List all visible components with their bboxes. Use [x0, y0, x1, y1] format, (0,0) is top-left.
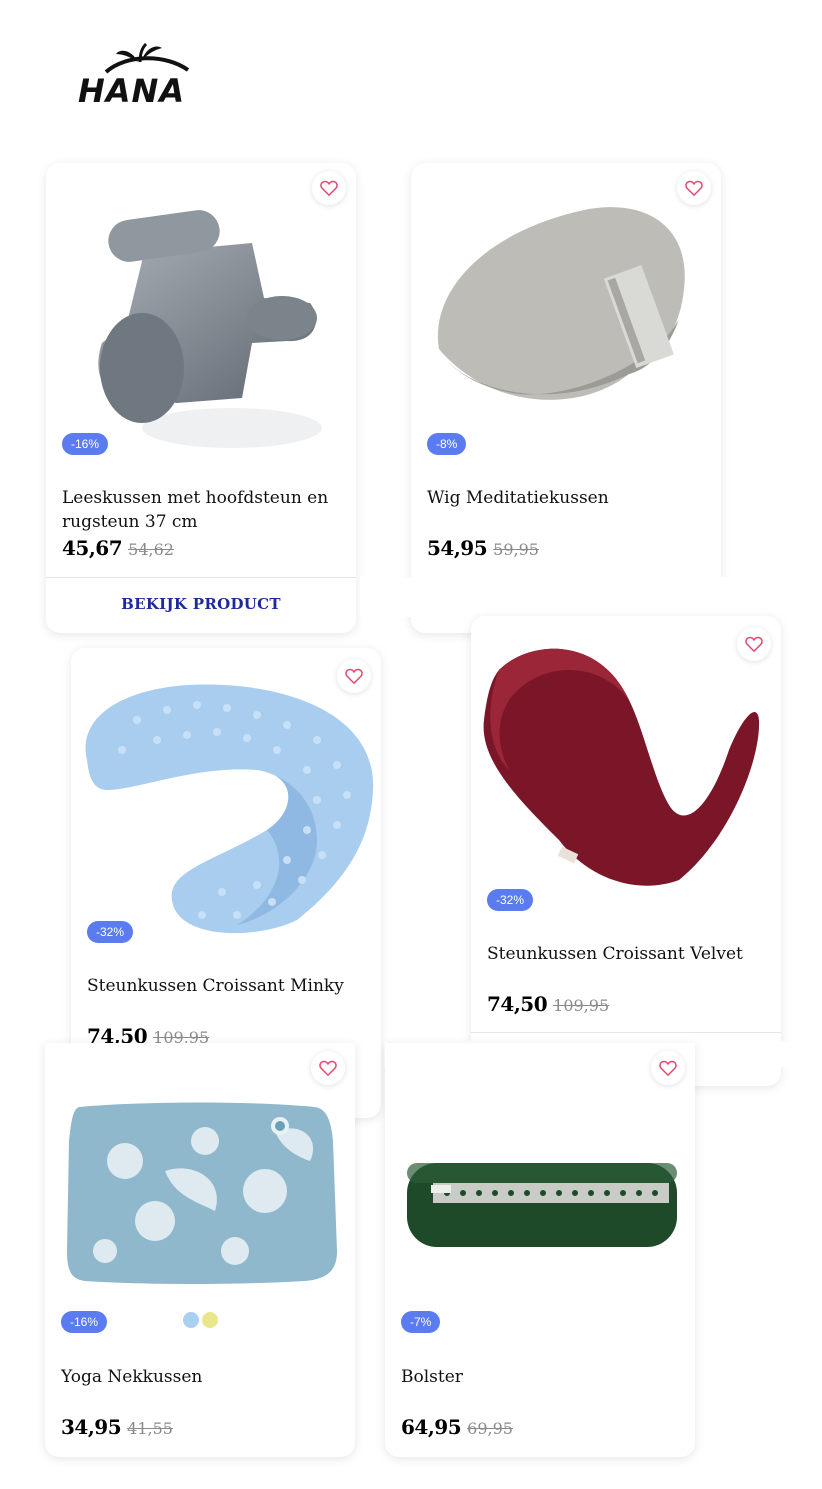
brand-logo[interactable]: HANA [76, 40, 206, 110]
old-price: 109,95 [553, 996, 610, 1015]
heart-outline-icon [659, 1060, 677, 1076]
view-product-button[interactable]: BEKIJK PRODUCT [46, 595, 356, 613]
discount-badge: -16% [61, 1311, 108, 1333]
favorite-button[interactable] [651, 1051, 685, 1085]
discount-badge: -16% [62, 433, 109, 455]
discount-badge: -7% [401, 1311, 441, 1333]
price: 54,95 59,95 [427, 536, 539, 560]
old-price: 69,95 [467, 1419, 513, 1438]
current-price: 34,95 [61, 1415, 122, 1439]
current-price: 74,50 [487, 992, 548, 1016]
product-image[interactable] [77, 680, 377, 935]
old-price: 41,55 [127, 1419, 173, 1438]
product-card[interactable]: -8% Wig Meditatiekussen 54,95 59,95 [411, 163, 721, 633]
discount-badge: -8% [427, 433, 467, 455]
color-swatch-yellow[interactable] [202, 1312, 218, 1328]
product-card[interactable]: -32% Steunkussen Croissant Velvet 74,50 1… [471, 616, 781, 1086]
logo-text: HANA [78, 72, 185, 104]
old-price: 54,62 [128, 540, 174, 559]
product-image[interactable] [479, 640, 761, 890]
product-title[interactable]: Steunkussen Croissant Minky [87, 974, 357, 998]
product-title[interactable]: Steunkussen Croissant Velvet [487, 942, 772, 966]
product-card[interactable]: -16% Yoga Nekkussen 34,95 41,55 [45, 1043, 355, 1457]
current-price: 45,67 [62, 536, 123, 560]
product-image[interactable] [65, 1101, 337, 1285]
product-title[interactable]: Yoga Nekkussen [61, 1365, 331, 1389]
product-title[interactable]: Leeskussen met hoofdsteun en rugsteun 37… [62, 486, 332, 534]
discount-badge: -32% [487, 889, 534, 911]
price: 34,95 41,55 [61, 1415, 173, 1439]
divider [471, 1032, 781, 1033]
current-price: 54,95 [427, 536, 488, 560]
heart-outline-icon [685, 180, 703, 196]
card-clip [360, 577, 822, 617]
old-price: 59,95 [493, 540, 539, 559]
price: 74,50 109,95 [487, 992, 609, 1016]
heart-outline-icon [320, 180, 338, 196]
heart-outline-icon [319, 1060, 337, 1076]
price: 45,67 54,62 [62, 536, 174, 560]
product-image[interactable] [407, 1159, 677, 1251]
divider [46, 577, 356, 578]
color-swatch-blue[interactable] [183, 1312, 199, 1328]
current-price: 64,95 [401, 1415, 462, 1439]
product-title[interactable]: Bolster [401, 1365, 671, 1389]
product-title[interactable]: Wig Meditatiekussen [427, 486, 697, 510]
product-card[interactable]: -7% Bolster 64,95 69,95 [385, 1043, 695, 1457]
price: 64,95 69,95 [401, 1415, 513, 1439]
product-image[interactable] [82, 193, 322, 463]
product-card[interactable]: -16% Leeskussen met hoofdsteun en rugste… [46, 163, 356, 633]
favorite-button[interactable] [311, 1051, 345, 1085]
discount-badge: -32% [87, 921, 134, 943]
product-image[interactable] [429, 199, 691, 419]
